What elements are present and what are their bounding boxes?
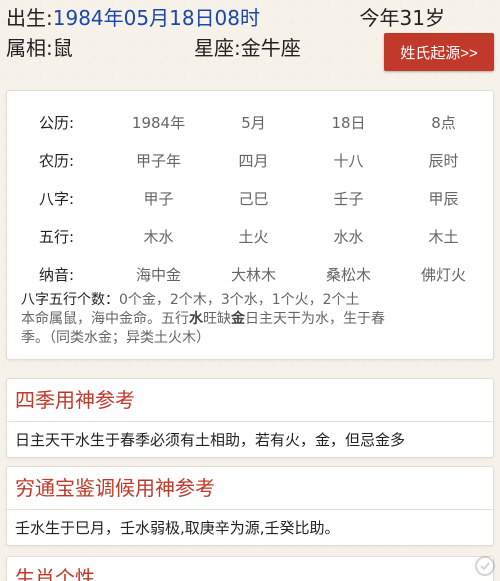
row-label: 农历: bbox=[39, 151, 75, 170]
star-sign-info: 星座:金牛座 bbox=[194, 36, 301, 60]
bazi-card: 公历: 1984年 5月 18日 8点 农历: 甲子年 四月 十八 辰时 八字:… bbox=[6, 90, 494, 360]
summary-lead: 八字五行个数： bbox=[21, 292, 119, 308]
row-cell: 1984年 bbox=[131, 113, 186, 132]
summary-text: 本命属鼠，海中金命。五行 bbox=[21, 311, 189, 327]
section-body: 壬水生于巳月，壬水弱极,取庚辛为源,壬癸比助。 bbox=[15, 519, 340, 537]
summary-strong-element: 水 bbox=[189, 311, 203, 327]
section-divider bbox=[7, 421, 493, 422]
bazi-row-gregorian: 公历: 1984年 5月 18日 8点 bbox=[7, 103, 493, 141]
row-label: 纳音: bbox=[39, 265, 75, 284]
row-cell: 十八 bbox=[333, 151, 364, 170]
row-cell: 水水 bbox=[333, 227, 364, 246]
row-cell: 大林木 bbox=[230, 265, 276, 284]
section-seasonal-reference: 四季用神参考 日主天干水生于春季必须有土相助，若有火，金，但忌金多 bbox=[6, 378, 494, 458]
bazi-row-lunar: 农历: 甲子年 四月 十八 辰时 bbox=[7, 141, 493, 179]
summary-text: 日主天干为水，生于春 bbox=[245, 311, 385, 327]
bazi-table: 公历: 1984年 5月 18日 8点 农历: 甲子年 四月 十八 辰时 八字:… bbox=[7, 103, 493, 293]
row-cell: 5月 bbox=[241, 113, 266, 132]
row-cell: 8点 bbox=[431, 113, 456, 132]
star-value: 金牛座 bbox=[240, 36, 301, 60]
row-cell: 桑松木 bbox=[325, 265, 371, 284]
section-divider bbox=[7, 509, 493, 510]
summary-counts: 0个金，2个木，3个水，1个火，2个土 bbox=[119, 292, 360, 308]
row-cell: 土火 bbox=[238, 227, 269, 246]
row-label: 八字: bbox=[39, 189, 75, 208]
bazi-row-nayin: 纳音: 海中金 大林木 桑松木 佛灯火 bbox=[7, 255, 493, 293]
birth-info: 出生:1984年05月18日08时 bbox=[6, 6, 260, 30]
zodiac-value: 鼠 bbox=[52, 36, 73, 60]
summary-missing-element: 金 bbox=[231, 311, 245, 327]
row-cell: 己巳 bbox=[238, 189, 269, 208]
zodiac-info: 属相:鼠 bbox=[6, 36, 73, 60]
summary-line-1: 八字五行个数：0个金，2个木，3个水，1个火，2个土 bbox=[21, 291, 479, 310]
row-cell: 佛灯火 bbox=[420, 265, 466, 284]
section-qiongtong-reference: 穷通宝鉴调候用神参考 壬水生于巳月，壬水弱极,取庚辛为源,壬癸比助。 bbox=[6, 466, 494, 546]
row-label: 公历: bbox=[39, 113, 75, 132]
row-cell: 甲辰 bbox=[428, 189, 459, 208]
section-body: 日主天干水生于春季必须有土相助，若有火，金，但忌金多 bbox=[15, 431, 406, 449]
section-title: 四季用神参考 bbox=[15, 388, 135, 412]
row-cell: 甲子年 bbox=[135, 151, 181, 170]
row-cell: 木水 bbox=[143, 227, 174, 246]
row-cell: 四月 bbox=[238, 151, 269, 170]
birth-label: 出生: bbox=[6, 6, 53, 30]
surname-origin-button[interactable]: 姓氏起源>> bbox=[384, 33, 494, 71]
header: 出生:1984年05月18日08时 今年31岁 属相:鼠 星座:金牛座 姓氏起源… bbox=[0, 0, 500, 80]
age-info: 今年31岁 bbox=[359, 6, 445, 30]
section-zodiac-personality: 生肖个性 bbox=[6, 556, 494, 581]
row-cell: 木土 bbox=[428, 227, 459, 246]
star-label: 星座: bbox=[194, 36, 241, 60]
row-label: 五行: bbox=[39, 227, 75, 246]
row-cell: 18日 bbox=[331, 113, 366, 132]
watermark-icon bbox=[475, 556, 495, 576]
summary-line-3: 季。（同类水金；异类土火木） bbox=[21, 330, 210, 346]
summary-text: 旺缺 bbox=[203, 311, 231, 327]
section-title: 穷通宝鉴调候用神参考 bbox=[15, 476, 215, 500]
bazi-row-eight-chars: 八字: 甲子 己巳 壬子 甲辰 bbox=[7, 179, 493, 217]
row-cell: 壬子 bbox=[333, 189, 364, 208]
row-cell: 辰时 bbox=[428, 151, 459, 170]
bazi-summary: 八字五行个数：0个金，2个木，3个水，1个火，2个土 本命属鼠，海中金命。五行水… bbox=[21, 291, 479, 348]
row-cell: 海中金 bbox=[135, 265, 181, 284]
birth-value: 1984年05月18日08时 bbox=[52, 6, 260, 30]
bazi-row-five-elements: 五行: 木水 土火 水水 木土 bbox=[7, 217, 493, 255]
row-cell: 甲子 bbox=[143, 189, 174, 208]
summary-line-2: 本命属鼠，海中金命。五行水旺缺金日主天干为水，生于春 bbox=[21, 310, 479, 329]
zodiac-label: 属相: bbox=[6, 36, 53, 60]
section-title: 生肖个性 bbox=[15, 566, 95, 581]
